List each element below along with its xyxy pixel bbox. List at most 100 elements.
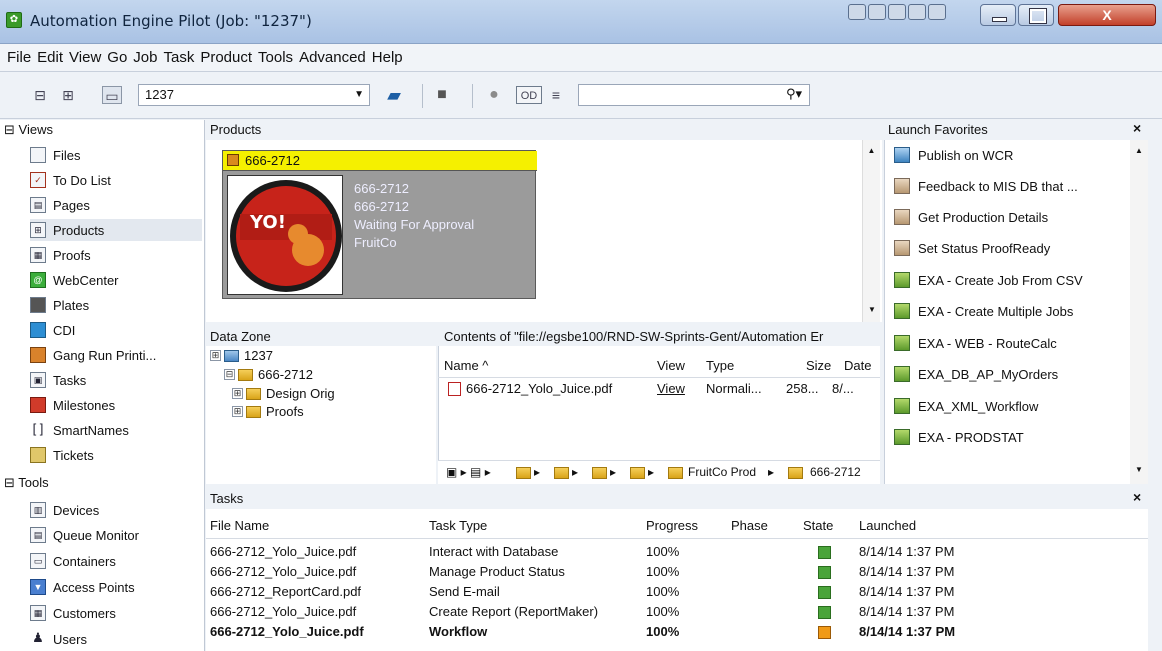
expand-icon[interactable]: ⊞ — [210, 350, 221, 361]
minimize-button[interactable] — [980, 4, 1016, 26]
list-view-icon[interactable]: ≡ — [546, 86, 566, 104]
view-milestones[interactable]: Milestones — [30, 394, 202, 416]
view-files[interactable]: Files — [30, 144, 202, 166]
tool-users[interactable]: ♟ Users — [30, 628, 202, 650]
col-name[interactable]: Name ^ — [444, 358, 488, 373]
view-gang-run[interactable]: Gang Run Printi... — [30, 344, 202, 366]
view-link[interactable]: View — [657, 381, 685, 396]
tray-icon[interactable] — [908, 4, 926, 20]
col-size[interactable]: Size — [806, 358, 831, 373]
favorite-item[interactable]: EXA_DB_AP_MyOrders — [894, 363, 1058, 385]
search-icon[interactable]: ⚲▾ — [786, 86, 802, 102]
menu-go[interactable]: Go — [104, 49, 130, 66]
folder-icon[interactable] — [592, 467, 607, 479]
breadcrumb-fruitco[interactable]: FruitCo Prod — [688, 465, 756, 479]
monitor-icon[interactable]: ⊟ — [30, 86, 50, 104]
favorite-item[interactable]: EXA - Create Multiple Jobs — [894, 300, 1073, 322]
scroll-down-icon[interactable]: ▼ — [863, 305, 881, 314]
task-row[interactable]: 666-2712_Yolo_Juice.pdf Create Report (R… — [206, 603, 1146, 623]
col-state[interactable]: State — [803, 518, 833, 533]
view-cdi[interactable]: CDI — [30, 319, 202, 341]
col-file-name[interactable]: File Name — [210, 518, 269, 533]
view-tickets[interactable]: Tickets — [30, 444, 202, 466]
view-tasks[interactable]: ▣ Tasks — [30, 369, 202, 391]
menu-help[interactable]: Help — [369, 49, 406, 66]
menu-task[interactable]: Task — [160, 49, 197, 66]
menu-view[interactable]: View — [66, 49, 104, 66]
computer-icon[interactable]: ▣ ▸ ▤ ▸ — [446, 465, 491, 479]
expand-icon[interactable]: ⊞ — [232, 406, 243, 417]
tools-heading[interactable]: ⊟ Tools — [4, 475, 49, 491]
col-launched[interactable]: Launched — [859, 518, 916, 533]
view-webcenter[interactable]: @ WebCenter — [30, 269, 202, 291]
job-selector[interactable]: 1237 ▼ — [138, 84, 370, 106]
view-todo[interactable]: ✓ To Do List — [30, 169, 202, 191]
info-icon[interactable]: ● — [484, 86, 504, 104]
tool-devices[interactable]: ▥ Devices — [30, 499, 202, 521]
menu-job[interactable]: Job — [130, 49, 160, 66]
favorite-item[interactable]: EXA_XML_Workflow — [894, 395, 1038, 417]
col-date[interactable]: Date — [844, 358, 871, 373]
container-icon[interactable]: ■ — [432, 86, 452, 104]
folder-icon[interactable] — [788, 467, 803, 479]
view-plates[interactable]: Plates — [30, 294, 202, 316]
tray-icon[interactable] — [888, 4, 906, 20]
menu-product[interactable]: Product — [197, 49, 255, 66]
product-card[interactable]: 666-2712 YO! 666-2712 666-2712 Waiting F… — [222, 150, 537, 299]
menu-advanced[interactable]: Advanced — [296, 49, 369, 66]
views-heading[interactable]: ⊟ Views — [4, 122, 53, 138]
col-task-type[interactable]: Task Type — [429, 518, 487, 533]
menu-edit[interactable]: Edit — [34, 49, 66, 66]
tray-icon[interactable] — [868, 4, 886, 20]
tree-node-design-orig[interactable]: ⊞ Design Orig — [232, 386, 335, 401]
grid-icon[interactable]: ⊞ — [58, 86, 78, 104]
collapse-icon[interactable]: ⊟ — [4, 122, 15, 137]
tray-icon[interactable] — [848, 4, 866, 20]
tree-node-proofs[interactable]: ⊞ Proofs — [232, 404, 304, 419]
card-view-icon[interactable]: OD — [516, 86, 542, 104]
scroll-up-icon[interactable]: ▲ — [1130, 146, 1148, 155]
col-type[interactable]: Type — [706, 358, 734, 373]
products-scrollbar[interactable]: ▲ ▼ — [862, 140, 880, 322]
tool-customers[interactable]: ▦ Customers — [30, 602, 202, 624]
favorite-item[interactable]: Feedback to MIS DB that ... — [894, 175, 1078, 197]
tree-node-666-2712[interactable]: ⊟ 666-2712 — [224, 367, 313, 382]
maximize-button[interactable] — [1018, 4, 1054, 26]
search-input[interactable] — [578, 84, 810, 106]
favorite-item[interactable]: Get Production Details — [894, 206, 1048, 228]
collapse-icon[interactable]: ⊟ — [4, 475, 15, 490]
scroll-down-icon[interactable]: ▼ — [1130, 465, 1148, 474]
tool-containers[interactable]: ▭ Containers — [30, 550, 202, 572]
folder-icon[interactable] — [630, 467, 645, 479]
task-row[interactable]: 666-2712_Yolo_Juice.pdf Manage Product S… — [206, 563, 1146, 583]
favorite-item[interactable]: EXA - WEB - RouteCalc — [894, 332, 1057, 354]
folder-open-icon[interactable]: ▰ — [384, 86, 404, 104]
scroll-up-icon[interactable]: ▲ — [863, 146, 880, 155]
task-row[interactable]: 666-2712_Yolo_Juice.pdf Interact with Da… — [206, 543, 1146, 563]
tree-node-1237[interactable]: ⊞ 1237 — [210, 348, 273, 363]
folder-icon[interactable] — [516, 467, 531, 479]
breadcrumb-666-2712[interactable]: 666-2712 — [810, 465, 861, 479]
file-row[interactable]: 666-2712_Yolo_Juice.pdf View Normali... … — [438, 378, 880, 400]
menu-tools[interactable]: Tools — [255, 49, 296, 66]
close-window-button[interactable]: X — [1058, 4, 1156, 26]
favorite-item[interactable]: Publish on WCR — [894, 144, 1013, 166]
col-phase[interactable]: Phase — [731, 518, 768, 533]
tray-icon[interactable] — [928, 4, 946, 20]
favorite-item[interactable]: Set Status ProofReady — [894, 237, 1050, 259]
view-smartnames[interactable]: [ ] SmartNames — [30, 419, 202, 441]
menu-file[interactable]: File — [4, 49, 34, 66]
view-pages[interactable]: ▤ Pages — [30, 194, 202, 216]
favorite-item[interactable]: EXA - Create Job From CSV — [894, 269, 1083, 291]
folder-icon[interactable] — [554, 467, 569, 479]
favorite-item[interactable]: EXA - PRODSTAT — [894, 426, 1024, 448]
col-view[interactable]: View — [657, 358, 685, 373]
window-icon[interactable]: ▭ — [102, 86, 122, 104]
col-progress[interactable]: Progress — [646, 518, 698, 533]
tool-access-points[interactable]: ▼ Access Points — [30, 576, 202, 598]
view-products[interactable]: ⊞ Products — [30, 219, 202, 241]
collapse-icon[interactable]: ⊟ — [224, 369, 235, 380]
tool-queue-monitor[interactable]: ▤ Queue Monitor — [30, 524, 202, 546]
expand-icon[interactable]: ⊞ — [232, 388, 243, 399]
close-favorites-icon[interactable]: × — [1133, 120, 1141, 136]
